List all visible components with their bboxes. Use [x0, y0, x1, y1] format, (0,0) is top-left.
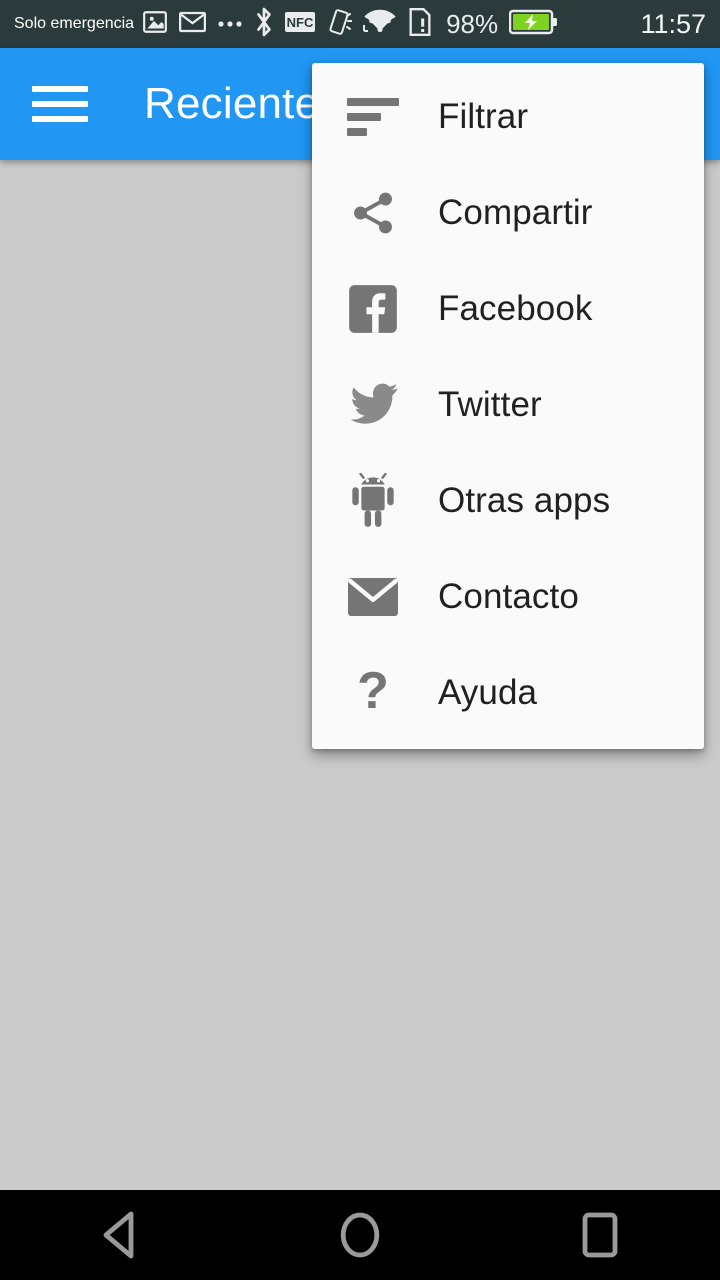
menu-item-compartir[interactable]: Compartir — [312, 165, 704, 261]
svg-text:NFC: NFC — [287, 15, 314, 30]
svg-text:?: ? — [357, 666, 389, 720]
overflow-popup-menu: Filtrar Compartir Facebook Twitter Otras… — [312, 63, 704, 749]
back-triangle-icon — [103, 1211, 134, 1259]
status-bar: Solo emergencia NFC 98% 11:57 — [0, 0, 720, 48]
menu-item-otras-apps[interactable]: Otras apps — [312, 453, 704, 549]
facebook-icon — [344, 280, 402, 338]
question-mark-icon: ? — [344, 664, 402, 722]
share-icon — [344, 184, 402, 242]
menu-item-label: Compartir — [438, 193, 593, 232]
menu-item-label: Ayuda — [438, 673, 538, 712]
carrier-label: Solo emergencia — [14, 15, 135, 32]
nav-back-button[interactable] — [60, 1190, 180, 1280]
hamburger-bar — [32, 101, 88, 107]
battery-charging-icon — [508, 9, 559, 40]
phone-screen: Solo emergencia NFC 98% 11:57 Recientes … — [0, 0, 720, 1280]
nav-recent-button[interactable] — [540, 1190, 660, 1280]
nfc-icon: NFC — [285, 10, 316, 39]
menu-item-facebook[interactable]: Facebook — [312, 261, 704, 357]
home-circle-icon — [340, 1212, 380, 1258]
status-icon-tray: NFC 98% — [142, 7, 630, 42]
vibrate-icon — [326, 8, 353, 41]
menu-item-label: Facebook — [438, 289, 593, 328]
wifi-icon — [363, 9, 397, 40]
menu-item-label: Contacto — [438, 577, 579, 616]
more-notifications-icon — [217, 15, 243, 33]
menu-item-twitter[interactable]: Twitter — [312, 357, 704, 453]
battery-percent-label: 98% — [446, 8, 499, 39]
menu-item-label: Filtrar — [438, 97, 529, 136]
sim-alert-icon — [408, 7, 432, 41]
clock-label: 11:57 — [640, 8, 706, 39]
menu-item-label: Otras apps — [438, 481, 611, 520]
email-icon — [179, 11, 207, 38]
hamburger-menu-icon[interactable] — [32, 82, 88, 126]
menu-item-filtrar[interactable]: Filtrar — [312, 69, 704, 165]
bluetooth-icon — [254, 7, 274, 42]
nav-home-button[interactable] — [300, 1190, 420, 1280]
android-robot-icon — [344, 472, 402, 530]
envelope-icon — [344, 568, 402, 626]
twitter-icon — [344, 376, 402, 434]
system-navigation-bar — [0, 1190, 720, 1280]
hamburger-bar — [32, 86, 88, 92]
menu-item-contacto[interactable]: Contacto — [312, 549, 704, 645]
hamburger-bar — [32, 116, 88, 122]
menu-item-label: Twitter — [438, 385, 542, 424]
sort-filter-icon — [344, 88, 402, 146]
screenshot-icon — [142, 9, 168, 40]
menu-item-ayuda[interactable]: ? Ayuda — [312, 645, 704, 741]
recent-square-icon — [582, 1212, 618, 1258]
